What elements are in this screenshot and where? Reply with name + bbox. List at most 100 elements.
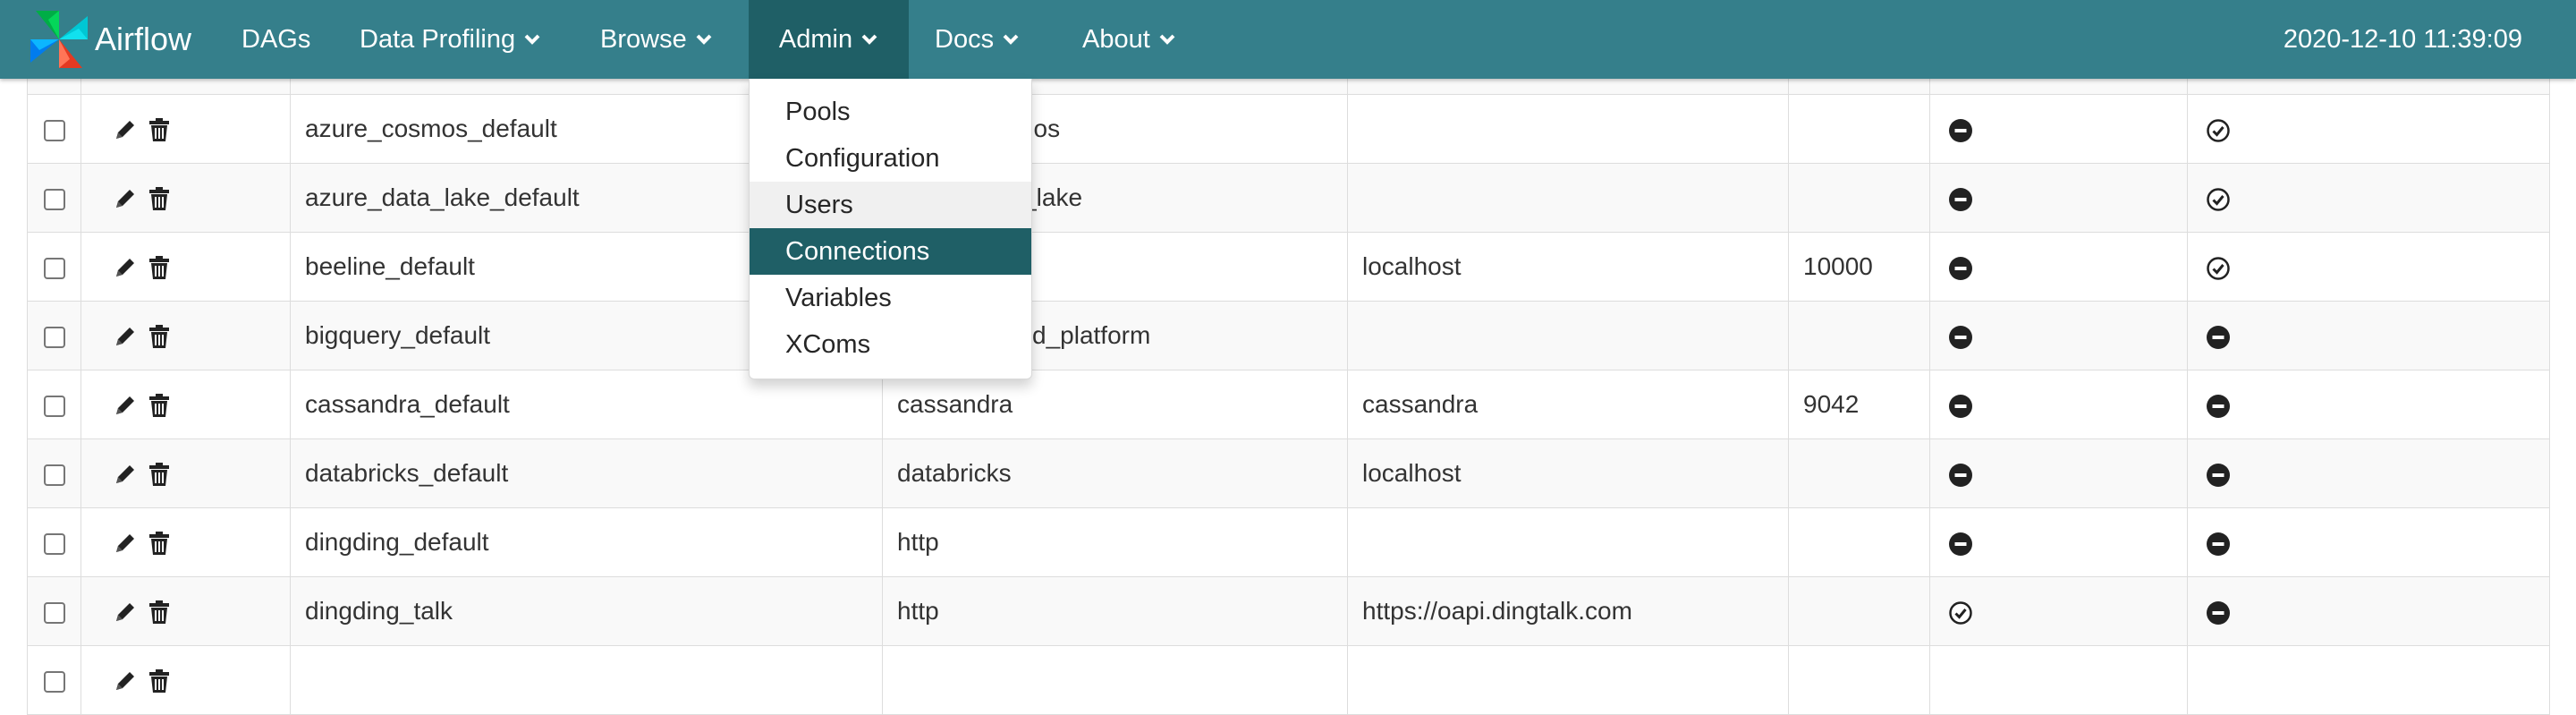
is-encrypted-cell bbox=[1929, 94, 2188, 164]
is-extra-encrypted-cell bbox=[2187, 370, 2550, 439]
is-extra-encrypted-cell bbox=[2187, 94, 2550, 164]
pencil-icon[interactable] bbox=[112, 254, 139, 281]
row-checkbox[interactable] bbox=[43, 395, 65, 417]
is-encrypted-cell bbox=[1929, 163, 2188, 233]
conn-type-cell: cassandra bbox=[882, 370, 1348, 439]
nav-about[interactable]: About bbox=[1082, 0, 1176, 79]
trash-icon[interactable] bbox=[146, 530, 173, 557]
port-cell bbox=[1788, 301, 1930, 370]
conn-type-cell bbox=[882, 645, 1348, 715]
minus-circle-icon bbox=[1949, 118, 1972, 142]
is-extra-encrypted-cell bbox=[2187, 232, 2550, 302]
is-extra-encrypted-cell bbox=[2187, 507, 2550, 577]
table-row: dingding_default http bbox=[27, 507, 2550, 577]
nav-docs-label: Docs bbox=[935, 24, 995, 54]
menu-item-xcoms[interactable]: XComs bbox=[750, 321, 1031, 368]
row-checkbox[interactable] bbox=[43, 670, 65, 693]
pencil-icon[interactable] bbox=[112, 668, 139, 694]
nav-dags[interactable]: DAGs bbox=[242, 0, 310, 79]
menu-item-connections[interactable]: Connections bbox=[750, 228, 1031, 275]
row-actions-cell bbox=[80, 163, 291, 233]
row-checkbox[interactable] bbox=[43, 464, 65, 486]
host-cell bbox=[1347, 301, 1789, 370]
check-circle-icon bbox=[2207, 118, 2230, 142]
row-checkbox[interactable] bbox=[43, 257, 65, 279]
nav-dags-label: DAGs bbox=[242, 24, 311, 54]
check-circle-icon bbox=[2207, 187, 2230, 211]
row-actions-cell bbox=[80, 507, 291, 577]
conn-type-cell: http bbox=[882, 576, 1348, 646]
row-checkbox[interactable] bbox=[43, 326, 65, 348]
nav-admin[interactable]: Admin bbox=[749, 0, 909, 79]
trash-icon[interactable] bbox=[146, 461, 173, 488]
table-row bbox=[27, 645, 2550, 715]
nav-data-profiling[interactable]: Data Profiling bbox=[360, 0, 541, 79]
row-checkbox[interactable] bbox=[43, 601, 65, 624]
table-row: bigquery_defaultgoogle_cloud_platform bbox=[27, 301, 2550, 370]
pencil-icon[interactable] bbox=[112, 392, 139, 419]
pencil-icon[interactable] bbox=[112, 185, 139, 212]
is-encrypted-cell bbox=[1929, 576, 2188, 646]
row-checkbox[interactable] bbox=[43, 532, 65, 555]
row-select-cell bbox=[27, 94, 81, 164]
is-extra-encrypted-cell bbox=[2187, 301, 2550, 370]
row-checkbox[interactable] bbox=[43, 188, 65, 210]
host-cell: https://oapi.dingtalk.com bbox=[1347, 576, 1789, 646]
conn-type-cell: http bbox=[882, 507, 1348, 577]
admin-dropdown-menu: Pools Configuration Users Connections Va… bbox=[749, 79, 1032, 379]
port-cell bbox=[1788, 576, 1930, 646]
table-row: beeline_defaultbeelinelocalhost10000 bbox=[27, 232, 2550, 302]
row-select-cell bbox=[27, 163, 81, 233]
pencil-icon[interactable] bbox=[112, 461, 139, 488]
connections-table-body: azure_container_instances_defaultazure_c… bbox=[27, 25, 2550, 715]
port-cell bbox=[1788, 94, 1930, 164]
pencil-icon[interactable] bbox=[112, 530, 139, 557]
row-select-cell bbox=[27, 576, 81, 646]
host-cell: cassandra bbox=[1347, 370, 1789, 439]
trash-icon[interactable] bbox=[146, 254, 173, 281]
row-select-cell bbox=[27, 645, 81, 715]
menu-item-variables[interactable]: Variables bbox=[750, 275, 1031, 321]
menu-item-users[interactable]: Users bbox=[750, 182, 1031, 228]
pencil-icon[interactable] bbox=[112, 116, 139, 143]
host-cell bbox=[1347, 645, 1789, 715]
conn-id-cell: databricks_default bbox=[290, 438, 883, 508]
is-extra-encrypted-cell bbox=[2187, 438, 2550, 508]
brand-name: Airflow bbox=[95, 21, 192, 57]
is-encrypted-cell bbox=[1929, 438, 2188, 508]
nav-about-label: About bbox=[1082, 24, 1150, 54]
row-actions-cell bbox=[80, 94, 291, 164]
host-cell: localhost bbox=[1347, 438, 1789, 508]
table-row: azure_data_lake_defaultazure_data_lake bbox=[27, 163, 2550, 233]
table-row: azure_cosmos_defaultazure_cosmos bbox=[27, 94, 2550, 164]
host-cell bbox=[1347, 507, 1789, 577]
trash-icon[interactable] bbox=[146, 323, 173, 350]
table-row: databricks_default databricks localhost bbox=[27, 438, 2550, 508]
minus-circle-icon bbox=[1949, 463, 1972, 487]
pencil-icon[interactable] bbox=[112, 323, 139, 350]
trash-icon[interactable] bbox=[146, 392, 173, 419]
is-encrypted-cell bbox=[1929, 507, 2188, 577]
row-checkbox[interactable] bbox=[43, 119, 65, 141]
minus-circle-icon bbox=[2207, 463, 2230, 487]
trash-icon[interactable] bbox=[146, 185, 173, 212]
trash-icon[interactable] bbox=[146, 116, 173, 143]
is-encrypted-cell bbox=[1929, 645, 2188, 715]
connections-list: azure_container_instances_defaultazure_c… bbox=[27, 25, 2550, 715]
menu-item-configuration[interactable]: Configuration bbox=[750, 135, 1031, 182]
pencil-icon[interactable] bbox=[112, 599, 139, 626]
menu-item-pools[interactable]: Pools bbox=[750, 89, 1031, 135]
nav-browse[interactable]: Browse bbox=[600, 0, 713, 79]
trash-icon[interactable] bbox=[146, 668, 173, 694]
row-actions-cell bbox=[80, 438, 291, 508]
minus-circle-icon bbox=[2207, 394, 2230, 418]
host-cell: localhost bbox=[1347, 232, 1789, 302]
brand-link[interactable]: Airflow bbox=[27, 0, 191, 79]
trash-icon[interactable] bbox=[146, 599, 173, 626]
port-cell bbox=[1788, 438, 1930, 508]
is-extra-encrypted-cell bbox=[2187, 576, 2550, 646]
nav-docs[interactable]: Docs bbox=[935, 0, 1020, 79]
minus-circle-icon bbox=[2207, 532, 2230, 556]
chevron-down-icon bbox=[1003, 34, 1019, 45]
port-cell: 9042 bbox=[1788, 370, 1930, 439]
